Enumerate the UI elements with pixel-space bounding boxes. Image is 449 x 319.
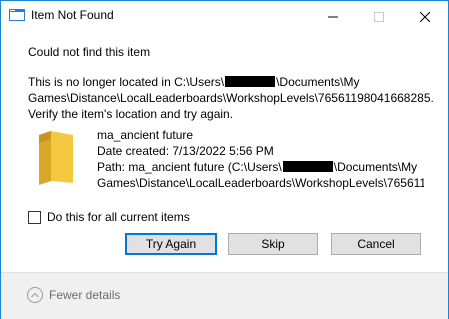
dialog-window: Item Not Found Could not find this item … [0, 0, 449, 319]
redaction-bar [282, 161, 333, 172]
message-line2: Games\Distance\LocalLeaderboards\Worksho… [28, 91, 434, 105]
message-line3: Verify the item's location and try again… [28, 107, 234, 121]
window-title: Item Not Found [31, 8, 114, 22]
item-path-end: \Documents\My [333, 160, 418, 174]
close-icon [420, 11, 430, 22]
maximize-icon [374, 11, 384, 22]
item-path-line2: Games\Distance\LocalLeaderboards\Worksho… [97, 176, 424, 190]
close-button[interactable] [402, 1, 448, 32]
fewer-details-toggle[interactable]: Fewer details [27, 287, 120, 303]
apply-all-label[interactable]: Do this for all current items [47, 210, 190, 224]
apply-all-checkbox-row[interactable]: Do this for all current items [28, 210, 190, 224]
fewer-details-label[interactable]: Fewer details [49, 288, 120, 302]
message-line1-start: This is no longer located in C:\Users\ [28, 75, 225, 89]
apply-all-checkbox[interactable] [28, 210, 41, 224]
error-message: This is no longer located in C:\Users\ \D… [28, 74, 438, 122]
folder-icon [37, 129, 75, 188]
dialog-heading: Could not find this item [28, 45, 151, 59]
title-bar[interactable]: Item Not Found [1, 1, 448, 32]
item-path-start: Path: ma_ancient future (C:\Users\ [97, 160, 282, 174]
cancel-button[interactable]: Cancel [331, 233, 421, 255]
minimize-button[interactable] [310, 1, 356, 32]
chevron-up-icon [27, 287, 43, 303]
item-date-created: Date created: 7/13/2022 5:56 PM [97, 144, 274, 158]
dialog-footer: Fewer details [1, 272, 448, 319]
minimize-icon [328, 12, 338, 22]
message-line1-end: \Documents\My [276, 75, 360, 89]
try-again-button[interactable]: Try Again [125, 233, 217, 255]
maximize-button[interactable] [356, 1, 402, 32]
item-details: ma_ancient future Date created: 7/13/202… [97, 127, 424, 191]
file-explorer-icon [9, 9, 25, 21]
item-name: ma_ancient future [97, 128, 194, 142]
dialog-content: Could not find this item This is no long… [1, 32, 448, 272]
skip-button[interactable]: Skip [228, 233, 318, 255]
redaction-bar [225, 76, 276, 87]
